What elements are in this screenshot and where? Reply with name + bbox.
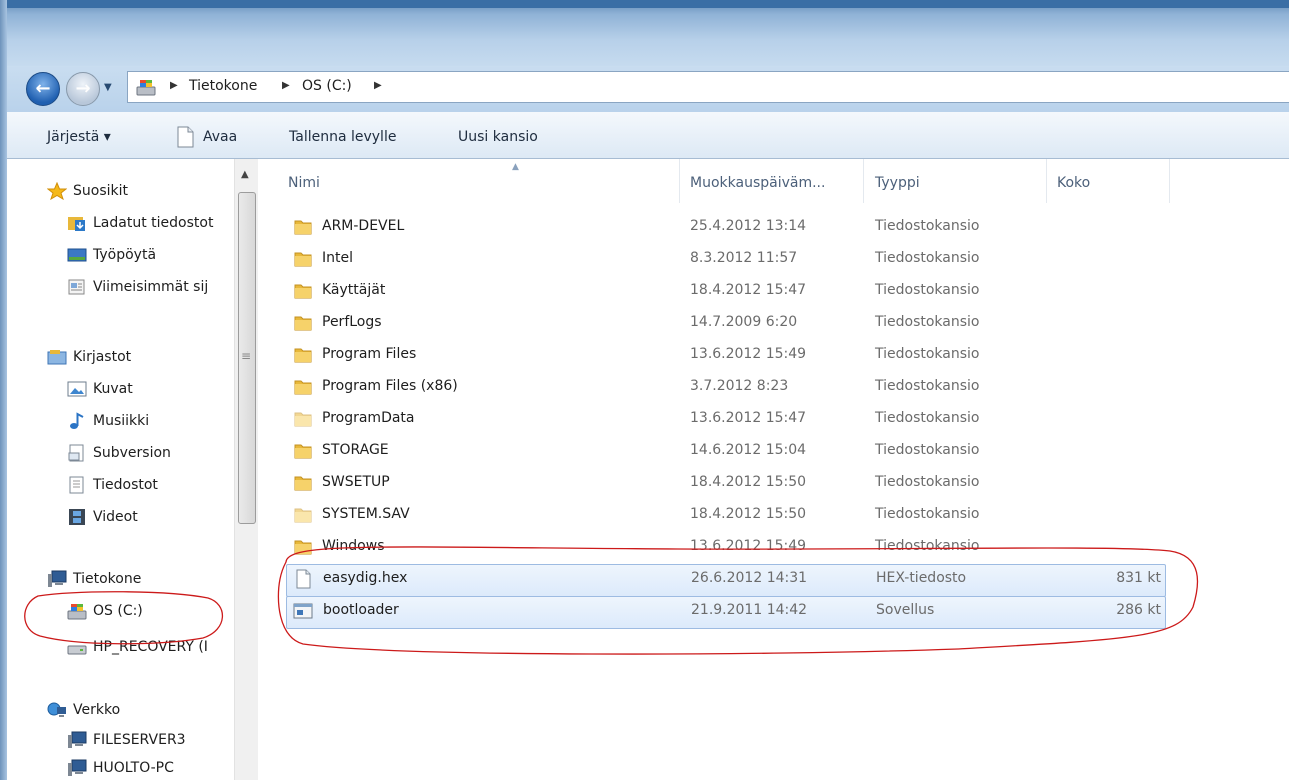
file-list-pane: ▲ Nimi Muokkauspäiväm... Tyyppi Koko ARM… [258, 159, 1289, 780]
drive-icon [136, 80, 156, 96]
address-field[interactable]: ▶ Tietokone ▶ OS (C:) ▶ [127, 71, 1289, 103]
network-computer-icon [68, 731, 87, 748]
breadcrumb-drive[interactable]: OS (C:) [302, 78, 352, 94]
libraries-icon [47, 350, 67, 365]
computer-icon [48, 570, 67, 587]
pictures-icon [67, 381, 87, 397]
network-computer-icon [68, 759, 87, 776]
back-button[interactable]: ← [26, 72, 60, 106]
annotation-ellipse-files [277, 546, 1199, 655]
network-icon [47, 702, 66, 717]
forward-button[interactable]: → [66, 72, 100, 106]
open-button[interactable]: Avaa [203, 129, 237, 145]
breadcrumb-separator-icon[interactable]: ▶ [170, 80, 178, 91]
command-toolbar: Järjestä ▾ Avaa Tallenna levylle Uusi ka… [0, 112, 1289, 159]
downloads-folder-icon [68, 217, 85, 231]
video-film-icon [69, 509, 85, 525]
organize-menu[interactable]: Järjestä ▾ [47, 129, 111, 145]
library-document-icon [68, 444, 84, 462]
annotation-ellipse-drive [24, 591, 224, 645]
documents-icon [69, 476, 84, 494]
star-icon [47, 182, 67, 200]
music-note-icon [70, 412, 84, 429]
burn-button[interactable]: Tallenna levylle [289, 129, 396, 145]
window-titlebar [0, 0, 1289, 66]
recent-places-icon [68, 279, 85, 295]
navigation-pane: Suosikit Ladatut tiedostot Työpöytä Viim… [7, 159, 258, 780]
back-arrow-icon: ← [35, 78, 51, 99]
navigation-scrollbar[interactable]: ▲ ≡ [234, 159, 258, 780]
forward-arrow-icon: → [75, 78, 91, 99]
recent-pages-dropdown-icon[interactable]: ▼ [104, 82, 112, 93]
breadcrumb-separator-icon[interactable]: ▶ [282, 80, 290, 91]
scroll-up-arrow-icon[interactable]: ▲ [241, 169, 249, 180]
window-frame-left [0, 0, 7, 780]
breadcrumb-separator-icon[interactable]: ▶ [374, 80, 382, 91]
scroll-grip-icon: ≡ [241, 349, 252, 363]
window-frame-top [0, 0, 1289, 8]
breadcrumb-computer[interactable]: Tietokone [189, 78, 257, 94]
open-file-icon [177, 126, 194, 148]
desktop-icon [67, 248, 87, 262]
new-folder-button[interactable]: Uusi kansio [458, 129, 538, 145]
